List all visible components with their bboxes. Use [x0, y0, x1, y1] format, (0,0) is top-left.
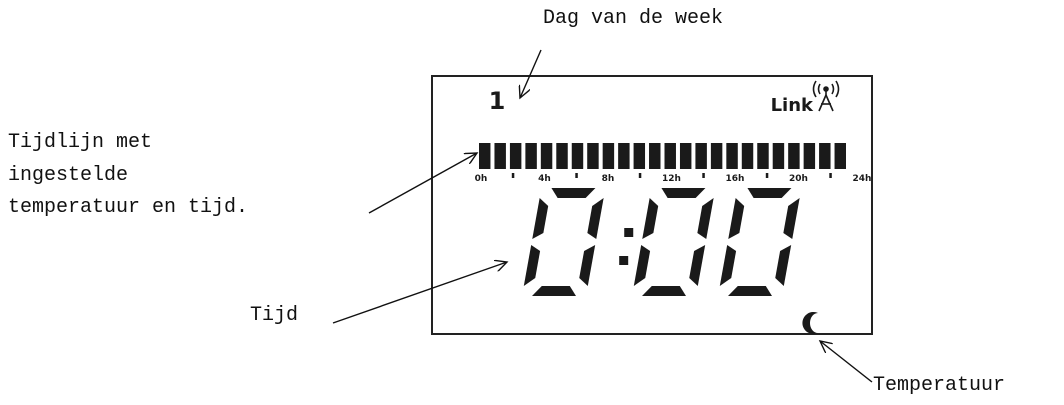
timeline-segment: [710, 143, 723, 169]
timeline-segment: [618, 143, 630, 169]
arrow-temperature: [820, 341, 873, 383]
timeline-segment: [556, 143, 568, 169]
timeline-segment: [649, 143, 661, 169]
timeline-tick-label: 12h: [662, 174, 681, 184]
timeline-segment: [664, 143, 676, 169]
timeline-tick-mark: [638, 173, 642, 178]
timeline-segment: [587, 143, 599, 169]
time-colon-dot: [619, 256, 629, 265]
timeline-segment: [494, 143, 506, 169]
timeline-segment: [819, 143, 831, 169]
timeline-segment: [834, 143, 846, 169]
thermostat-diagram: Dag van de week Tijdlijn met ingestelde …: [0, 0, 1064, 405]
timeline-tick-label: 4h: [538, 174, 551, 184]
timeline-segment: [540, 143, 553, 169]
timeline-segment: [726, 143, 738, 169]
timeline-segment: [633, 143, 646, 169]
timeline-segment: [803, 143, 816, 169]
timeline-tick-mark: [702, 173, 705, 178]
timeline-tick-label: 0h: [475, 174, 488, 184]
timeline-segment: [757, 143, 769, 169]
timeline-segment: [695, 143, 707, 169]
timeline-tick-label: 8h: [602, 174, 615, 184]
link-label: Link: [771, 95, 814, 116]
timeline-tick-mark: [765, 173, 769, 178]
day-of-week-number: 1: [489, 87, 506, 115]
timeline-segment: [602, 143, 615, 169]
timeline-tick-mark: [575, 173, 578, 178]
timeline-segment: [479, 143, 491, 169]
timeline-segment: [525, 143, 537, 169]
timeline-segment: [509, 143, 522, 169]
timeline-segment: [788, 143, 800, 169]
timeline-segment: [679, 143, 692, 169]
timeline-tick-label: 16h: [726, 174, 745, 184]
timeline-tick-label: 20h: [789, 174, 808, 184]
timeline-tick-mark: [829, 173, 832, 178]
timeline-segment: [772, 143, 785, 169]
timeline-tick-mark: [511, 173, 515, 178]
time-colon-dot: [624, 228, 634, 237]
timeline-segment: [741, 143, 754, 169]
timeline-segment: [571, 143, 584, 169]
diagram-canvas: 1 Link 0h 4h 8h 12h 16h 20h 24h: [332, 49, 873, 383]
timeline-tick-label: 24h: [853, 174, 872, 184]
